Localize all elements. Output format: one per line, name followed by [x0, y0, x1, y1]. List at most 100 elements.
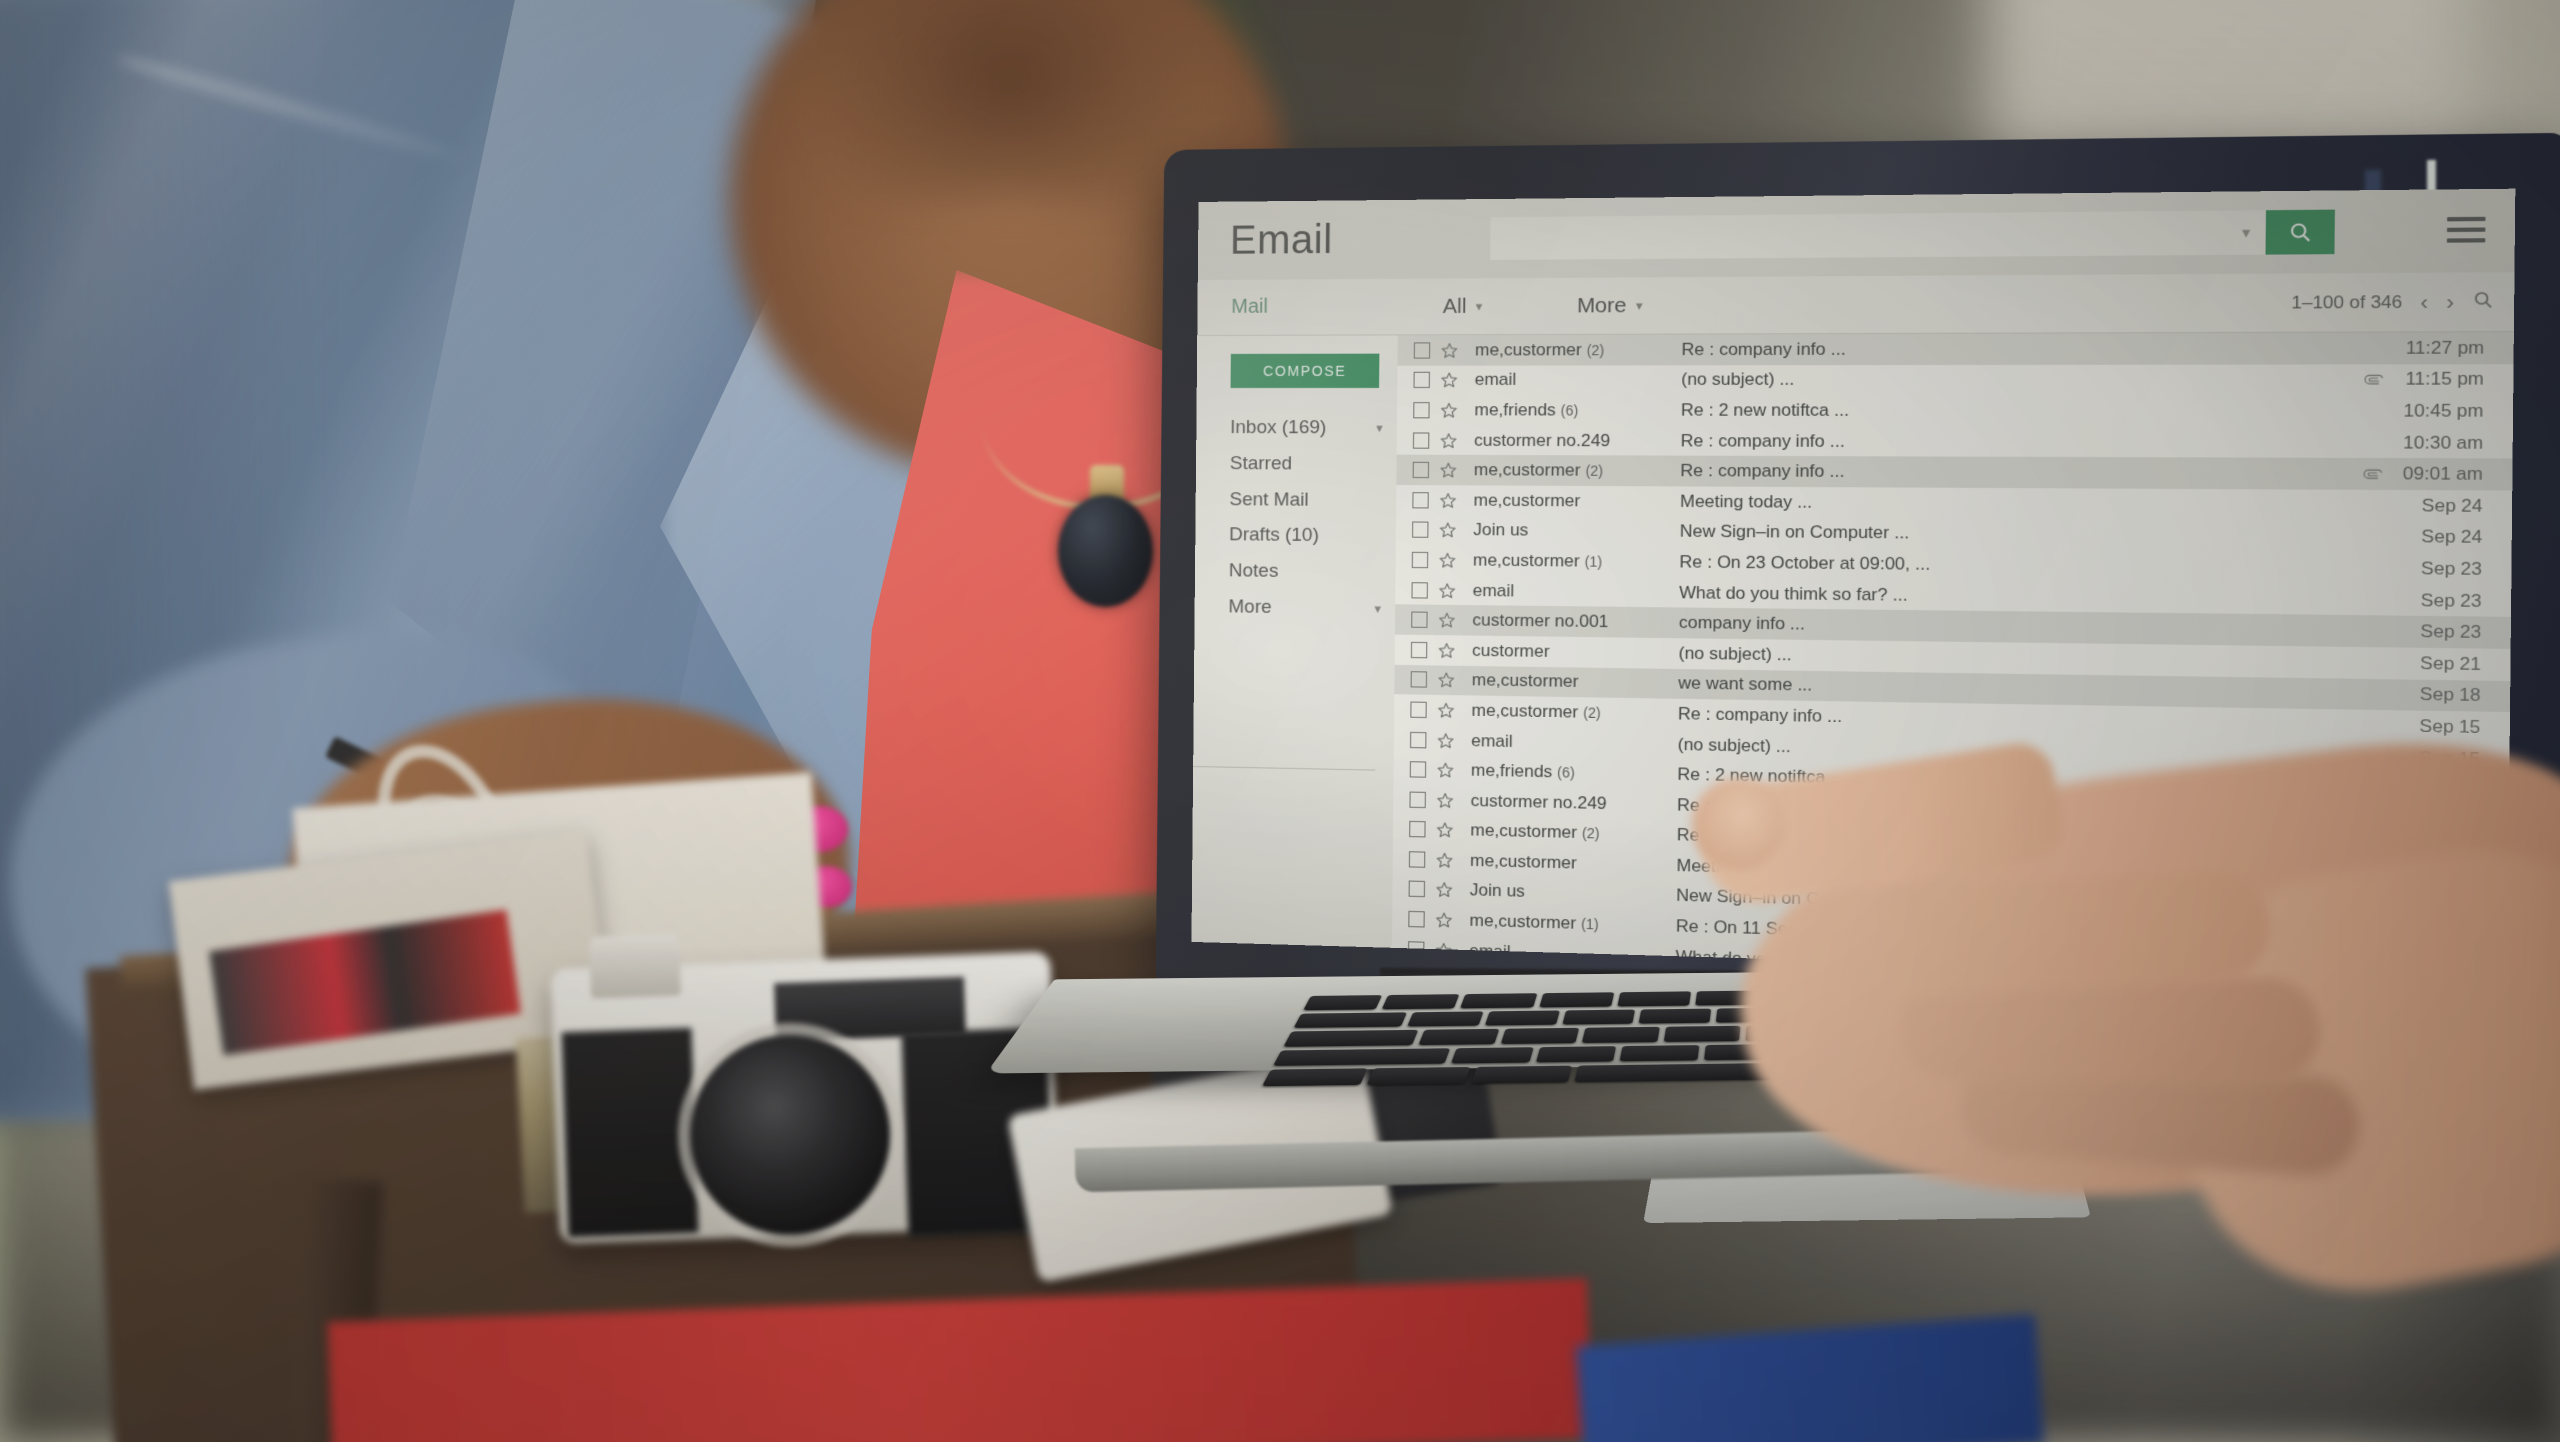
keyboard-key[interactable]	[1293, 1012, 1407, 1029]
keyboard-key[interactable]	[1451, 1047, 1534, 1064]
search-bar[interactable]: ▾	[1490, 209, 2335, 260]
star-icon[interactable]	[1436, 821, 1455, 840]
keyboard-key[interactable]	[1262, 1068, 1368, 1087]
row-checkbox[interactable]	[1410, 701, 1427, 718]
keyboard-key[interactable]	[1366, 1067, 1470, 1085]
sidebar-item-notes[interactable]: Notes	[1229, 553, 1382, 590]
email-sender: custormer no.001	[1472, 610, 1679, 633]
email-row[interactable]: me,friends (6) Re : 2 new notiftca ... 10:…	[1397, 395, 2513, 427]
keyboard-key[interactable]	[1272, 1048, 1451, 1067]
star-icon[interactable]	[1436, 791, 1455, 810]
star-icon[interactable]	[1437, 641, 1456, 659]
row-checkbox[interactable]	[1412, 521, 1429, 539]
email-row[interactable]: custormer no.249 Re : company info ... 10:…	[1397, 425, 2513, 459]
camera-lens	[690, 1035, 890, 1235]
star-icon[interactable]	[1437, 671, 1456, 690]
hamburger-menu-icon[interactable]	[2446, 216, 2486, 243]
row-checkbox[interactable]	[1413, 372, 1430, 389]
keyboard-key[interactable]	[1619, 1044, 1700, 1062]
star-icon[interactable]	[1438, 521, 1457, 539]
chevron-down-icon: ▾	[1475, 298, 1483, 314]
row-checkbox[interactable]	[1409, 791, 1426, 808]
chevron-down-icon[interactable]: ▾	[1376, 420, 1383, 436]
keyboard-key[interactable]	[1418, 1028, 1500, 1045]
mail-label: Mail	[1231, 295, 1269, 318]
email-subject: Meeting today ...	[1679, 491, 1813, 512]
compose-button[interactable]: COMPOSE	[1230, 353, 1380, 388]
row-checkbox[interactable]	[1409, 761, 1427, 778]
email-subject: Re : company info ...	[1680, 430, 1845, 451]
chevron-left-icon[interactable]: ‹	[2420, 290, 2428, 316]
sidebar-item-starred[interactable]: Starred	[1230, 446, 1383, 483]
search-button[interactable]	[2265, 209, 2335, 255]
row-checkbox[interactable]	[1413, 342, 1431, 359]
star-icon[interactable]	[1436, 731, 1455, 750]
keyboard-key[interactable]	[1470, 1065, 1573, 1084]
chevron-down-icon[interactable]: ▾	[1374, 600, 1381, 616]
star-icon[interactable]	[1438, 611, 1457, 629]
row-checkbox[interactable]	[1410, 641, 1428, 659]
row-checkbox[interactable]	[1412, 491, 1429, 509]
row-checkbox[interactable]	[1413, 402, 1430, 419]
row-checkbox[interactable]	[1410, 731, 1427, 748]
email-row[interactable]: email (no subject) ... 11:15 pm	[1397, 364, 2513, 396]
email-sender: custormer no.249	[1471, 791, 1678, 816]
email-timestamp: 11:27 pm	[2405, 337, 2485, 358]
email-sender: Join us	[1470, 881, 1677, 907]
row-checkbox[interactable]	[1411, 551, 1429, 569]
row-checkbox[interactable]	[1408, 910, 1425, 928]
star-icon[interactable]	[1435, 881, 1454, 900]
row-checkbox[interactable]	[1408, 851, 1426, 868]
search-icon[interactable]	[2472, 289, 2494, 316]
star-icon[interactable]	[1438, 581, 1457, 599]
chevron-right-icon[interactable]: ›	[2446, 290, 2454, 316]
filter-all[interactable]: All ▾	[1443, 294, 1483, 319]
keyboard-key[interactable]	[1617, 991, 1692, 1007]
keyboard-key[interactable]	[1582, 1026, 1660, 1043]
search-input[interactable]: ▾	[1490, 210, 2266, 260]
star-icon[interactable]	[1440, 341, 1459, 359]
camera-leather-panel	[561, 1027, 699, 1238]
keyboard-key[interactable]	[1500, 1027, 1580, 1044]
keyboard-key[interactable]	[1538, 992, 1615, 1008]
email-row[interactable]: me,custormer (2) Re : company info ... 11:…	[1397, 332, 2514, 366]
keyboard-key[interactable]	[1303, 995, 1383, 1011]
sidebar-item-more[interactable]: More ▾	[1228, 589, 1381, 627]
star-icon[interactable]	[1437, 701, 1456, 720]
email-timestamp: 09:01 am	[2402, 463, 2484, 485]
row-checkbox[interactable]	[1412, 432, 1430, 449]
keyboard-key[interactable]	[1406, 1011, 1484, 1027]
keyboard-key[interactable]	[1535, 1046, 1617, 1063]
filter-more[interactable]: More ▾	[1577, 293, 1643, 318]
row-checkbox[interactable]	[1411, 611, 1428, 629]
email-sender: me,custormer (2)	[1474, 460, 1681, 481]
row-checkbox[interactable]	[1411, 581, 1428, 599]
sidebar-item-sent-mail[interactable]: Sent Mail	[1229, 482, 1382, 519]
email-timestamp: 11:15 pm	[2405, 368, 2485, 390]
sidebar-item-inbox-169[interactable]: Inbox (169) ▾	[1230, 410, 1383, 446]
keyboard-key[interactable]	[1381, 994, 1460, 1010]
keyboard-key[interactable]	[1638, 1008, 1712, 1024]
keyboard-key[interactable]	[1460, 993, 1538, 1009]
email-sender: email	[1473, 580, 1680, 603]
star-icon[interactable]	[1435, 911, 1454, 930]
star-icon[interactable]	[1438, 551, 1457, 569]
row-checkbox[interactable]	[1410, 671, 1428, 688]
camera-winder-knob	[588, 933, 682, 999]
sidebar-item-drafts-10[interactable]: Drafts (10)	[1229, 517, 1382, 554]
star-icon[interactable]	[1440, 371, 1459, 389]
star-icon[interactable]	[1440, 401, 1459, 419]
star-icon[interactable]	[1435, 851, 1454, 870]
keyboard-key[interactable]	[1663, 1025, 1740, 1042]
row-checkbox[interactable]	[1412, 461, 1430, 479]
star-icon[interactable]	[1439, 491, 1458, 509]
star-icon[interactable]	[1436, 761, 1455, 780]
row-checkbox[interactable]	[1408, 881, 1426, 898]
chevron-down-icon[interactable]: ▾	[2242, 223, 2251, 242]
star-icon[interactable]	[1439, 461, 1458, 479]
row-checkbox[interactable]	[1409, 821, 1426, 838]
keyboard-key[interactable]	[1283, 1029, 1419, 1047]
keyboard-key[interactable]	[1561, 1009, 1636, 1025]
star-icon[interactable]	[1439, 431, 1458, 449]
keyboard-key[interactable]	[1484, 1010, 1560, 1026]
